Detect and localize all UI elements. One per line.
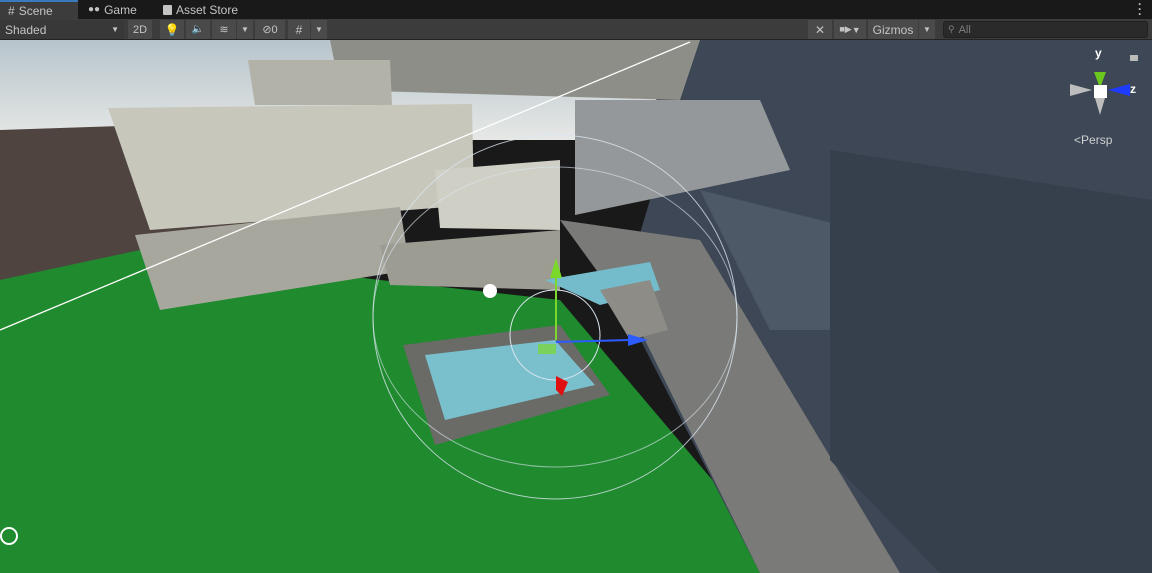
search-input[interactable]: ⚲ All: [943, 21, 1148, 38]
y-axis-label: y: [1095, 46, 1102, 60]
camera-icon: ■▶: [839, 24, 852, 34]
gizmos-dropdown[interactable]: ▼: [919, 20, 935, 39]
tab-asset-store[interactable]: Asset Store: [155, 0, 246, 19]
scene-render: [0, 40, 1152, 573]
grid-icon: #: [8, 3, 15, 18]
lighting-toggle-icon[interactable]: 💡: [160, 20, 184, 39]
gamepad-icon: ●●: [88, 4, 101, 15]
z-axis-label: z: [1130, 82, 1136, 96]
block: [108, 104, 474, 230]
shopping-bag-icon: [163, 4, 172, 15]
block: [248, 60, 392, 105]
draw-mode-dropdown[interactable]: Shaded ▼: [0, 20, 124, 39]
chevron-down-icon: ▼: [111, 25, 119, 34]
hidden-objects-toggle[interactable]: ⊘ 0: [255, 20, 285, 39]
scene-toolbar: Shaded ▼ 2D 💡 🔈 ≋ ▼ ⊘ 0 # ▼ ✕ ■▶ ▼ Gizmos ▼…: [0, 19, 1152, 40]
scene-viewport[interactable]: [0, 40, 1152, 573]
light-icon: [483, 284, 497, 298]
grid-toggle-icon[interactable]: #: [288, 20, 310, 39]
more-menu-icon[interactable]: · · ·: [1138, 0, 1142, 20]
2d-toggle[interactable]: 2D: [128, 20, 152, 39]
effects-dropdown[interactable]: ▼: [237, 20, 253, 39]
block: [380, 230, 560, 290]
block: [830, 150, 1152, 573]
camera-dropdown[interactable]: ■▶ ▼: [834, 20, 866, 39]
tab-bar: # Scene ●● Game Asset Store · · ·: [0, 0, 1152, 20]
search-icon: ⚲: [948, 24, 955, 34]
projection-label: Persp: [1081, 133, 1113, 147]
tab-scene[interactable]: # Scene: [0, 0, 78, 19]
projection-toggle[interactable]: <Persp: [1074, 133, 1112, 147]
audio-toggle-icon[interactable]: 🔈: [186, 20, 210, 39]
gizmos-button[interactable]: Gizmos: [868, 20, 918, 39]
plane-handle: [538, 344, 556, 354]
effects-icon[interactable]: ≋: [212, 20, 236, 39]
tab-game[interactable]: ●● Game: [80, 0, 145, 19]
grid-dropdown[interactable]: ▼: [311, 20, 327, 39]
eye-slash-icon: ⊘: [262, 24, 272, 36]
tools-icon[interactable]: ✕: [808, 20, 832, 39]
block: [435, 160, 560, 230]
